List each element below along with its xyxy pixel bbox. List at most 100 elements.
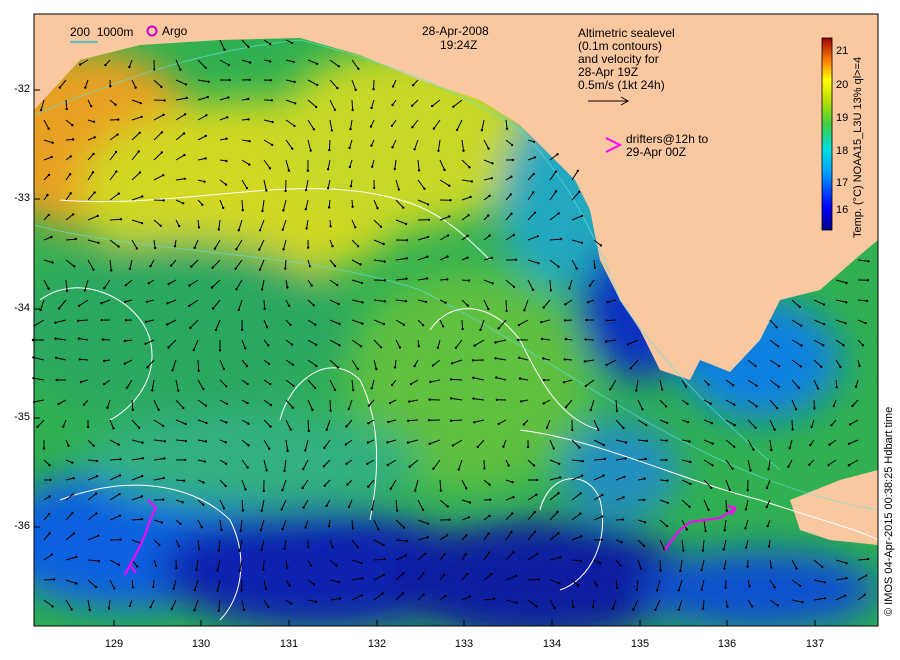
velocity-arrow-head — [710, 486, 713, 489]
velocity-arrow-head — [635, 588, 639, 592]
velocity-arrow-head — [688, 440, 691, 443]
velocity-arrow-head — [709, 402, 712, 405]
velocity-arrow-head — [93, 136, 96, 139]
velocity-arrow-head — [402, 206, 405, 209]
velocity-arrow-head — [69, 155, 73, 158]
velocity-arrow-head — [183, 177, 186, 180]
velocity-arrow-head — [423, 187, 426, 190]
velocity-arrow-head — [200, 526, 203, 529]
velocity-arrow-head — [579, 512, 582, 515]
velocity-arrow-head — [603, 457, 606, 461]
velocity-arrow-head — [823, 597, 826, 600]
velocity-arrow-head — [381, 592, 384, 595]
velocity-arrow-head — [307, 545, 310, 548]
velocity-arrow-head — [193, 609, 196, 612]
velocity-arrow-head — [55, 356, 58, 359]
velocity-arrow-head — [578, 190, 581, 193]
velocity-arrow-head — [405, 277, 408, 280]
velocity-arrow-head — [733, 445, 736, 448]
velocity-arrow-head — [488, 234, 491, 237]
velocity-arrow-head — [787, 465, 790, 468]
velocity-arrow-head — [466, 572, 469, 576]
velocity-arrow-head — [58, 86, 61, 89]
velocity-arrow-head — [854, 385, 858, 388]
velocity-arrow-head — [728, 489, 731, 492]
velocity-arrow-head — [823, 581, 826, 584]
velocity-arrow-head — [184, 439, 187, 443]
velocity-arrow-head — [185, 96, 188, 100]
velocity-arrow-head — [247, 444, 250, 447]
velocity-arrow-head — [102, 359, 106, 363]
velocity-arrow-head — [557, 532, 560, 535]
velocity-arrow-head — [511, 512, 514, 515]
velocity-arrow-head — [47, 287, 50, 290]
velocity-arrow-head — [731, 383, 735, 387]
velocity-arrow — [175, 479, 185, 482]
velocity-arrow-head — [744, 508, 748, 511]
velocity-arrow-head — [408, 465, 411, 468]
velocity-arrow-head — [281, 527, 284, 531]
velocity-arrow-head — [532, 172, 535, 176]
velocity-arrow-head — [360, 561, 363, 565]
map-date: 28-Apr-2008 — [422, 24, 489, 38]
velocity-arrow-head — [328, 148, 331, 152]
velocity-arrow-head — [733, 424, 736, 427]
velocity-arrow — [197, 359, 200, 371]
velocity-arrow-head — [92, 152, 95, 156]
velocity-arrow-head — [537, 262, 540, 265]
velocity-arrow-head — [314, 386, 317, 390]
velocity-arrow-head — [197, 226, 201, 229]
velocity-arrow-head — [578, 446, 581, 449]
velocity-arrow-head — [507, 464, 510, 467]
velocity-arrow-head — [446, 234, 450, 237]
velocity-arrow-head — [68, 173, 72, 176]
velocity-arrow-head — [556, 153, 559, 156]
velocity-arrow-head — [410, 104, 414, 107]
velocity-arrow-head — [432, 467, 435, 470]
velocity-arrow-head — [366, 462, 369, 465]
velocity-arrow-head — [307, 429, 310, 433]
velocity-arrow-head — [207, 80, 210, 84]
velocity-arrow-head — [393, 366, 397, 369]
velocity-arrow-head — [217, 549, 221, 552]
lon-tick-label: 136 — [717, 638, 737, 650]
velocity-arrow-head — [123, 362, 126, 365]
velocity-arrow-head — [622, 426, 625, 430]
velocity-arrow-head — [348, 165, 352, 169]
velocity-arrow-head — [601, 493, 604, 497]
velocity-arrow-head — [639, 567, 643, 570]
velocity-arrow-head — [576, 169, 580, 172]
velocity-arrow-head — [162, 498, 165, 501]
velocity-arrow-head — [309, 149, 312, 152]
velocity-arrow-head — [114, 103, 117, 106]
velocity-arrow-head — [635, 389, 638, 392]
velocity-arrow-head — [773, 428, 776, 431]
velocity-arrow-head — [677, 589, 680, 592]
velocity-arrow-head — [265, 326, 269, 329]
velocity-arrow-head — [443, 168, 446, 172]
velocity-arrow-head — [554, 170, 557, 173]
velocity-arrow-head — [733, 403, 736, 406]
velocity-arrow-head — [352, 388, 355, 392]
velocity-arrow-head — [140, 115, 143, 119]
velocity-arrow-head — [141, 441, 144, 444]
velocity-arrow-head — [791, 428, 794, 431]
velocity-arrow-head — [162, 199, 165, 202]
velocity-arrow-head — [372, 88, 375, 91]
velocity-arrow-head — [162, 113, 165, 117]
velocity-arrow-head — [246, 466, 249, 469]
velocity-arrow-head — [466, 304, 470, 307]
velocity-arrow-head — [746, 489, 749, 492]
velocity-arrow-head — [62, 425, 65, 428]
velocity-arrow-head — [359, 263, 362, 266]
velocity-arrow-head — [397, 188, 400, 191]
velocity-arrow-head — [72, 213, 75, 216]
velocity-arrow-head — [813, 407, 816, 410]
velocity-arrow-head — [103, 286, 106, 290]
velocity-arrow-head — [146, 366, 149, 369]
velocity-arrow-head — [267, 362, 271, 366]
velocity-arrow-head — [182, 202, 185, 205]
velocity-arrow-head — [704, 529, 707, 533]
velocity-arrow-head — [345, 425, 348, 428]
velocity-arrow-head — [428, 419, 431, 422]
